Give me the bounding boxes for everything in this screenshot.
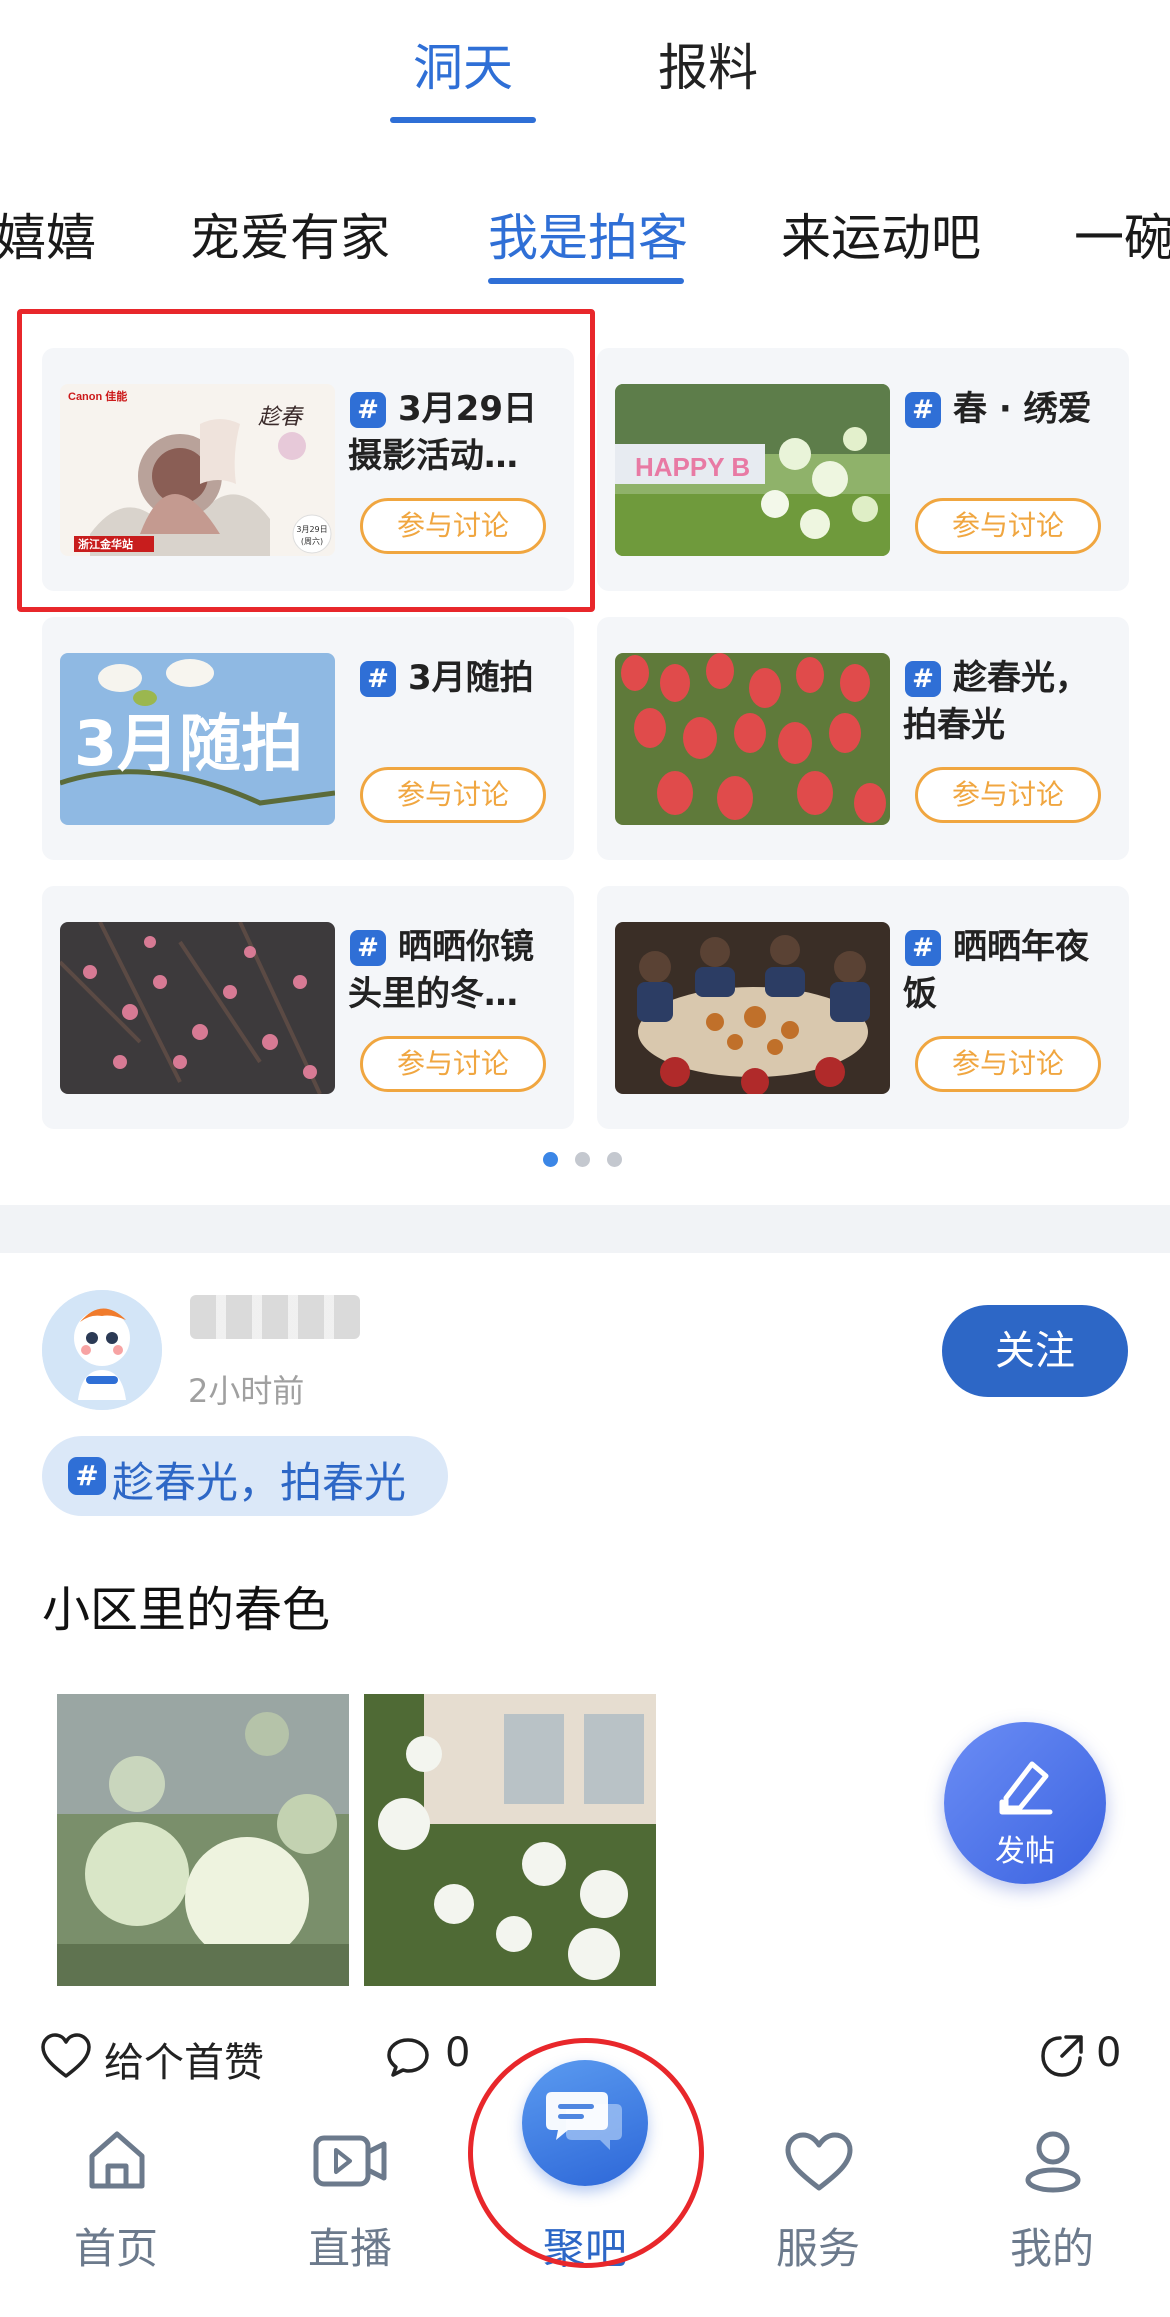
- share-count: 0: [1096, 2030, 1122, 2076]
- hashtag-icon: #: [68, 1457, 106, 1495]
- svg-text:HAPPY B: HAPPY B: [635, 452, 750, 482]
- post-topic-label: 趁春光，拍春光: [112, 1458, 407, 1507]
- post-photo[interactable]: [364, 1694, 656, 1986]
- nav-home[interactable]: 首页: [16, 2120, 216, 2290]
- category-tab-sports[interactable]: 来运动吧: [781, 198, 981, 270]
- highlight-box: [17, 309, 595, 612]
- topic-title: 趁春光，拍春光: [903, 658, 1089, 745]
- topic-title: 3月随拍: [408, 658, 534, 698]
- nav-service-label: 服务: [775, 2224, 860, 2273]
- join-discussion-button[interactable]: 参与讨论: [360, 1036, 546, 1092]
- top-tab-bar: 洞天 报料: [0, 0, 1170, 130]
- pager-dot[interactable]: [543, 1152, 558, 1167]
- share-icon: [1041, 2035, 1083, 2077]
- section-divider: [0, 1205, 1170, 1253]
- pager-dot[interactable]: [575, 1152, 590, 1167]
- tab-baoliao[interactable]: 报料: [658, 28, 758, 100]
- join-discussion-button[interactable]: 参与讨论: [915, 1036, 1101, 1092]
- post-topic-tag[interactable]: # 趁春光，拍春光: [42, 1436, 448, 1516]
- nav-service[interactable]: 服务: [718, 2120, 918, 2290]
- topic-thumbnail: [615, 922, 890, 1094]
- nav-home-label: 首页: [73, 2224, 158, 2273]
- category-tab-yiwan[interactable]: 一碗: [1074, 198, 1170, 270]
- post-time: 2小时前: [188, 1372, 305, 1410]
- comment-count: 0: [445, 2030, 471, 2076]
- topic-thumbnail: [615, 653, 890, 825]
- pager-dot[interactable]: [607, 1152, 622, 1167]
- follow-button[interactable]: 关注: [942, 1305, 1128, 1397]
- post-photo[interactable]: [57, 1694, 349, 1986]
- video-icon: [313, 2135, 387, 2187]
- new-post-button[interactable]: 发帖: [944, 1722, 1106, 1884]
- topic-card[interactable]: # 趁春光，拍春光 参与讨论: [597, 617, 1129, 860]
- heart-icon: [785, 2132, 853, 2191]
- share-action[interactable]: 0: [1038, 2030, 1138, 2080]
- nav-mine-label: 我的: [1009, 2224, 1094, 2273]
- topic-thumbnail: HAPPY B: [615, 384, 890, 556]
- topic-thumbnail: 3月随拍: [60, 653, 335, 825]
- new-post-label: 发帖: [995, 1834, 1055, 1869]
- topic-title: 晒晒你镜头里的冬…: [348, 927, 534, 1014]
- avatar[interactable]: [42, 1290, 162, 1410]
- username-blurred[interactable]: [190, 1295, 360, 1339]
- tab-dongtian[interactable]: 洞天: [413, 28, 513, 100]
- banner-text: 3月随拍: [74, 707, 303, 780]
- category-tab-pets[interactable]: 宠爱有家: [190, 198, 390, 270]
- topic-card[interactable]: # 晒晒年夜饭 参与讨论: [597, 886, 1129, 1129]
- category-tab-bar: 嬉嬉 宠爱有家 我是拍客 来运动吧 一碗: [0, 190, 1170, 290]
- topic-card[interactable]: 3月随拍 # 3月随拍 参与讨论: [42, 617, 574, 860]
- topic-card[interactable]: # 晒晒你镜头里的冬… 参与讨论: [42, 886, 574, 1129]
- nav-live[interactable]: 直播: [250, 2120, 450, 2290]
- comment-icon: [387, 2038, 429, 2077]
- topic-card[interactable]: HAPPY B # 春 · 绣爱 参与讨论: [597, 348, 1129, 591]
- category-tab-photographer[interactable]: 我是拍客: [488, 198, 688, 270]
- topic-title: 春 · 绣爱: [953, 389, 1092, 429]
- nav-live-label: 直播: [307, 2224, 392, 2273]
- comment-action[interactable]: 0: [385, 2030, 495, 2080]
- edit-icon: [999, 1761, 1053, 1815]
- nav-mine[interactable]: 我的: [952, 2120, 1152, 2290]
- join-discussion-button[interactable]: 参与讨论: [915, 767, 1101, 823]
- post-text: 小区里的春色: [42, 1582, 331, 1638]
- like-action[interactable]: 给个首赞: [40, 2030, 300, 2086]
- person-icon: [1025, 2131, 1081, 2193]
- topic-title: 晒晒年夜饭: [903, 927, 1089, 1014]
- topic-thumbnail: [60, 922, 335, 1094]
- active-category-indicator: [488, 278, 684, 284]
- heart-icon: [41, 2033, 91, 2078]
- join-discussion-button[interactable]: 参与讨论: [915, 498, 1101, 554]
- join-discussion-button[interactable]: 参与讨论: [360, 767, 546, 823]
- like-label: 给个首赞: [104, 2040, 264, 2086]
- active-tab-indicator: [390, 117, 536, 123]
- home-icon: [89, 2131, 145, 2189]
- highlight-circle: [468, 2038, 704, 2268]
- category-tab-xixi[interactable]: 嬉嬉: [0, 198, 96, 270]
